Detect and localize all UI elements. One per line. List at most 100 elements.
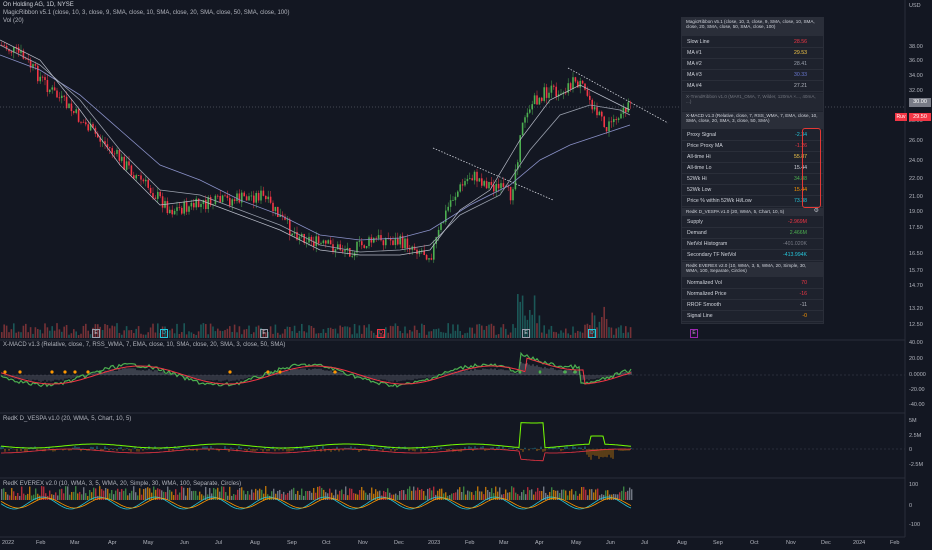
candle-body	[159, 191, 161, 197]
earnings-badge[interactable]: E	[690, 329, 698, 338]
volume-bar	[394, 323, 397, 338]
everex-bar	[3, 488, 5, 500]
earnings-badge[interactable]: E	[260, 329, 268, 338]
everex-bar	[77, 493, 79, 500]
macd-line	[0, 351, 632, 388]
volume-bar	[279, 334, 281, 338]
everex-bar	[383, 490, 385, 500]
everex-bar	[523, 489, 525, 500]
everex-axis[interactable]: 100 0 -100	[905, 478, 932, 537]
everex-bar	[349, 488, 351, 500]
everex-bar	[587, 495, 589, 500]
vespa-section-header[interactable]: RedK D_VESPA v1.0 (20, WMA, 5, Chart, 10…	[682, 208, 823, 216]
everex-pane-title[interactable]: RedK EVEREX v2.0 (10, WMA, 3, 5, WMA, 20…	[3, 481, 241, 489]
gear-icon[interactable]: ⚙	[814, 208, 819, 214]
volume-bar	[274, 324, 277, 338]
vespa-pane-title[interactable]: RedK D_VESPA v1.0 (20, WMA, 5, Chart, 10…	[3, 416, 131, 424]
dividend-badge[interactable]: D	[377, 329, 385, 338]
row-label: MA #1	[687, 50, 702, 56]
candle-body	[53, 87, 56, 91]
row-label: Price Proxy MA	[687, 143, 723, 149]
price-axis[interactable]: USD 38.00 36.00 34.00 32.00 28.00 26.00 …	[905, 0, 932, 340]
everex-bar	[357, 494, 359, 500]
macd-section-header[interactable]: X-MACD v1.3 (Relative, close, 7, RSS_WMA…	[682, 112, 823, 129]
dividend-badge[interactable]: D	[160, 329, 168, 338]
volume-bar	[82, 325, 85, 338]
candle-body	[49, 89, 51, 93]
candle-body	[358, 241, 361, 243]
price-tick: 19.00	[909, 209, 923, 215]
volume-bar	[229, 326, 231, 338]
everex-section-header[interactable]: RedK EVEREX v2.0 (10, WMA, 3, 5, WMA, 20…	[682, 262, 823, 277]
candle-body	[260, 190, 262, 201]
candle-body	[37, 65, 39, 82]
earnings-badge[interactable]: E	[522, 329, 530, 338]
vespa-tick: 0	[909, 447, 913, 453]
candle-body	[461, 184, 464, 186]
time-axis[interactable]: 2022 Feb Mar Apr May Jun Jul Aug Sep Oct…	[0, 537, 905, 550]
row-label: NetVol Histogram	[687, 241, 728, 247]
volume-bar	[226, 328, 229, 338]
candle-body	[404, 238, 406, 249]
volume-bar	[356, 333, 358, 338]
row-label: Signal Line	[687, 313, 713, 319]
volume-bar	[493, 325, 495, 338]
everex-bar	[115, 490, 117, 500]
row-value: -2.969M	[787, 219, 807, 225]
everex-tick: -100	[909, 522, 921, 528]
study-legend-volume[interactable]: Vol (20)	[3, 18, 24, 26]
volume-bar	[56, 323, 58, 338]
everex-bar	[241, 487, 243, 500]
volume-bar	[73, 329, 75, 338]
row-value: 27.21	[794, 83, 807, 89]
vespa-axis[interactable]: 5M 2.5M 0 -2.5M	[905, 413, 932, 478]
row-label: Proxy Signal	[687, 132, 717, 138]
candle-body	[109, 147, 111, 149]
everex-bar	[513, 487, 515, 500]
volume-bar	[303, 331, 305, 338]
vespa-supply-line	[1, 448, 632, 462]
everex-bar	[569, 490, 571, 500]
earnings-badge[interactable]: E	[92, 329, 100, 338]
candle-body	[289, 219, 291, 236]
volume-bar	[185, 334, 188, 338]
everex-bar	[223, 486, 225, 500]
volume-bar	[205, 324, 207, 338]
volume-bar	[5, 325, 8, 338]
volume-bar	[29, 327, 32, 338]
volume-bar	[406, 333, 409, 338]
volume-bar	[392, 326, 394, 338]
volume-bar	[142, 334, 145, 338]
everex-bar	[79, 491, 81, 500]
volume-bar	[58, 329, 61, 338]
macd-axis[interactable]: 40.00 20.00 0.0000 -20.00 -40.00	[905, 340, 932, 413]
candle-body	[584, 83, 586, 90]
volume-bar	[51, 326, 53, 338]
everex-bar	[381, 495, 383, 500]
candle-body	[248, 196, 250, 201]
volume-bar	[284, 329, 286, 338]
everex-bar	[23, 493, 25, 500]
price-tick: 14.70	[909, 283, 923, 289]
row-label: MA #3	[687, 72, 702, 78]
macd-pane-title[interactable]: X-MACD v1.3 (Relative, close, 7, RSS_WMA…	[3, 342, 285, 350]
data-window-panel[interactable]: MagicRibbon v5.1 (close, 10, 3, close, 9…	[681, 17, 824, 324]
volume-bar	[401, 333, 404, 338]
everex-bar	[21, 486, 23, 500]
dividend-badge[interactable]: D	[588, 329, 596, 338]
everex-bar	[295, 494, 297, 500]
volume-bar	[627, 332, 629, 338]
volume-bar	[65, 325, 68, 338]
volume-bar	[233, 324, 236, 338]
everex-bar	[189, 487, 191, 500]
macd-dot	[573, 370, 577, 374]
everex-bar	[55, 492, 57, 500]
row-label: All-time Lo	[687, 165, 712, 171]
ribbon-section-header[interactable]: MagicRibbon v5.1 (close, 10, 3, close, 9…	[682, 18, 823, 36]
study-legend-ribbon[interactable]: MagicRibbon v5.1 (close, 10, 3, close, 9…	[3, 10, 289, 18]
volume-bar	[243, 329, 245, 338]
volume-bar	[217, 328, 219, 338]
volume-bar	[63, 326, 65, 338]
everex-bar	[571, 489, 573, 500]
trend-section-header[interactable]: X-TrendRibbon v1.0 (MA#1_OMA, 7, Wilder,…	[682, 93, 823, 111]
